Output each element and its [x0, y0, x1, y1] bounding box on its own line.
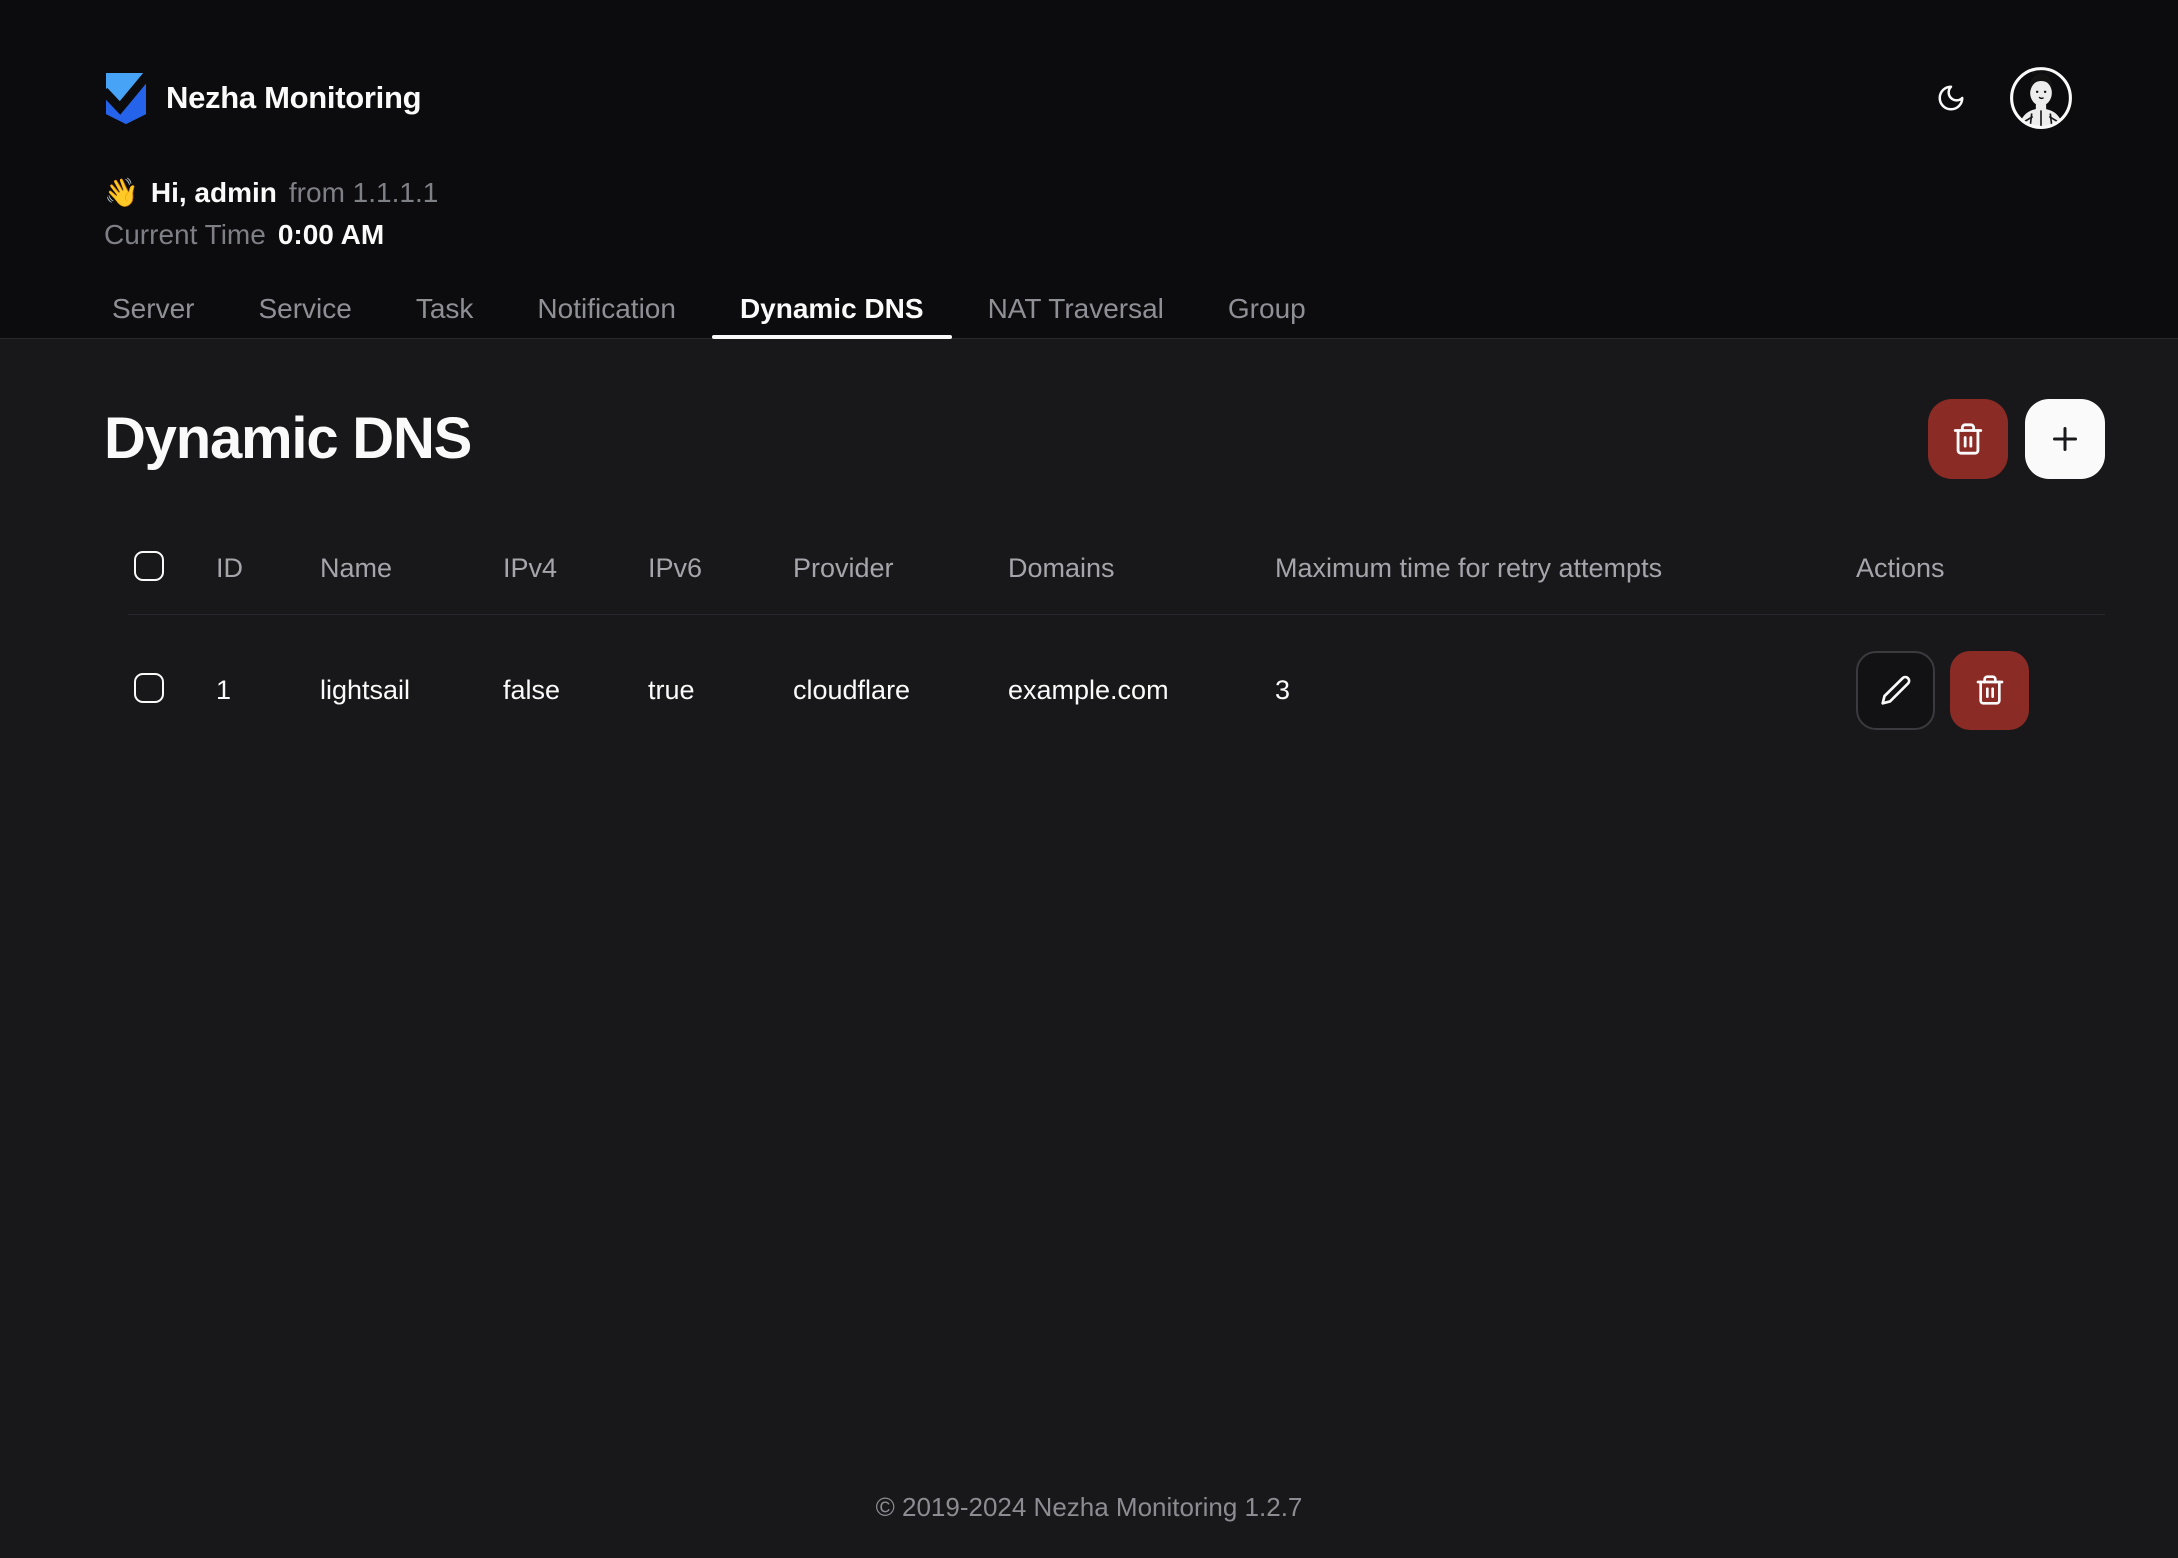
user-avatar-illustration-icon [2008, 65, 2074, 131]
main-content: Dynamic DNS [0, 339, 2178, 1492]
edit-row-button[interactable] [1856, 651, 1935, 730]
plus-icon [2047, 421, 2083, 457]
page-title: Dynamic DNS [104, 406, 471, 472]
col-header-ipv6: IPv6 [648, 553, 793, 584]
tab-group[interactable]: Group [1200, 280, 1334, 338]
greeting-block: 👋 Hi, admin from 1.1.1.1 Current Time 0:… [104, 174, 2074, 254]
app-title: Nezha Monitoring [166, 80, 421, 116]
greeting-line-1: 👋 Hi, admin from 1.1.1.1 [104, 174, 2074, 212]
ddns-table: ID Name IPv4 IPv6 Provider Domains Maxim… [128, 523, 2105, 765]
greeting-from-ip: from 1.1.1.1 [289, 174, 438, 212]
col-header-ipv4: IPv4 [503, 553, 648, 584]
greeting-username: Hi, admin [151, 174, 277, 212]
cell-id: 1 [216, 675, 320, 706]
cell-max-retry: 3 [1275, 675, 1856, 706]
col-header-max-retry: Maximum time for retry attempts [1275, 553, 1856, 584]
cell-ipv4: false [503, 675, 648, 706]
greeting-line-2: Current Time 0:00 AM [104, 216, 2074, 254]
cell-ipv6: true [648, 675, 793, 706]
tab-service[interactable]: Service [230, 280, 379, 338]
nezha-dashboard: Nezha Monitoring [0, 0, 2178, 1558]
copyright-text: © 2019-2024 Nezha Monitoring 1.2.7 [876, 1492, 1303, 1522]
row-select-cell [128, 673, 216, 708]
page-footer: © 2019-2024 Nezha Monitoring 1.2.7 [0, 1492, 2178, 1558]
tab-nat-traversal[interactable]: NAT Traversal [960, 280, 1192, 338]
moon-icon [1936, 83, 1966, 113]
current-time-label: Current Time [104, 216, 266, 254]
main-nav-tabs: Server Service Task Notification Dynamic… [104, 280, 2074, 338]
cell-provider: cloudflare [793, 675, 1008, 706]
nezha-logo-icon [104, 70, 148, 126]
page-head: Dynamic DNS [104, 399, 2105, 479]
current-time-value: 0:00 AM [278, 216, 384, 254]
user-avatar[interactable] [2008, 65, 2074, 131]
bulk-delete-button[interactable] [1928, 399, 2008, 479]
cell-name: lightsail [320, 675, 503, 706]
trash-icon [1974, 674, 2006, 706]
col-header-domains: Domains [1008, 553, 1275, 584]
row-select-checkbox[interactable] [134, 673, 164, 703]
col-header-name: Name [320, 553, 503, 584]
cell-actions [1856, 651, 2105, 730]
tab-notification[interactable]: Notification [509, 280, 704, 338]
pencil-icon [1880, 674, 1912, 706]
header-select-cell [128, 551, 216, 586]
table-row: 1 lightsail false true cloudflare exampl… [128, 615, 2105, 765]
theme-toggle-button[interactable] [1936, 83, 1966, 113]
delete-row-button[interactable] [1950, 651, 2029, 730]
page-toolbar [1928, 399, 2105, 479]
table-header-row: ID Name IPv4 IPv6 Provider Domains Maxim… [128, 523, 2105, 615]
brand: Nezha Monitoring [104, 70, 421, 126]
add-record-button[interactable] [2025, 399, 2105, 479]
col-header-id: ID [216, 553, 320, 584]
select-all-checkbox[interactable] [134, 551, 164, 581]
top-header: Nezha Monitoring [0, 0, 2178, 339]
topbar-right [1936, 65, 2074, 131]
col-header-provider: Provider [793, 553, 1008, 584]
trash-icon [1951, 422, 1985, 456]
wave-emoji: 👋 [104, 174, 139, 212]
col-header-actions: Actions [1856, 553, 2105, 584]
brand-row: Nezha Monitoring [104, 62, 2074, 134]
cell-domains: example.com [1008, 675, 1275, 706]
tab-server[interactable]: Server [104, 280, 222, 338]
tab-task[interactable]: Task [388, 280, 502, 338]
tab-dynamic-dns[interactable]: Dynamic DNS [712, 280, 952, 338]
